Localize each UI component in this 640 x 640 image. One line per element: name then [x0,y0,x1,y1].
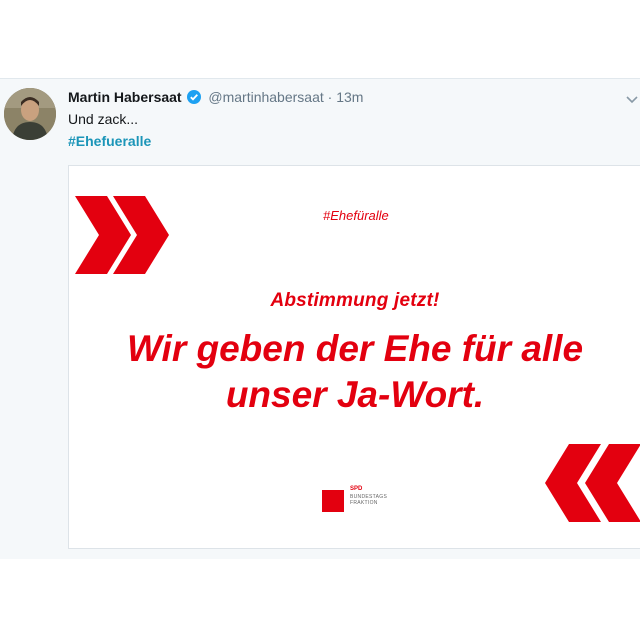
hashtag-link[interactable]: #Ehefueralle [68,133,151,149]
display-name[interactable]: Martin Habersaat [68,89,182,105]
avatar-photo [4,88,56,140]
spd-logo-box [322,490,344,512]
poster-hashtag: #Ehefüralle [323,208,389,223]
handle[interactable]: @martinhabersaat [208,89,323,105]
spd-logo-line-2: FRAKTION [350,500,378,506]
media-image[interactable]: #Ehefüralle Abstimmung jetzt! Wir geben … [68,165,640,549]
verified-badge-icon [187,90,202,108]
tweet-header: Martin Habersaat @martinhabersaat · 13m [68,88,363,108]
tweet-text: Und zack... [68,111,139,127]
chevron-down-icon[interactable] [626,91,638,109]
separator: · [327,89,333,105]
poster-headline: Wir geben der Ehe für alle unser Ja-Wort… [69,326,640,418]
chevrons-right-graphic [75,196,169,274]
timestamp[interactable]: 13m [336,89,363,105]
spd-logo: SPD BUNDESTAGS FRAKTION [322,486,422,512]
headline-line-2: unser Ja-Wort. [225,374,485,415]
poster-subtitle: Abstimmung jetzt! [270,290,440,311]
avatar[interactable] [4,88,56,140]
chevrons-left-graphic [545,444,640,522]
tweet-card[interactable]: Martin Habersaat @martinhabersaat · 13m … [0,78,640,559]
spd-logo-name: SPD [350,486,363,492]
spd-logo-subtitle: BUNDESTAGS FRAKTION [350,494,410,506]
headline-line-1: Wir geben der Ehe für alle [126,328,584,369]
